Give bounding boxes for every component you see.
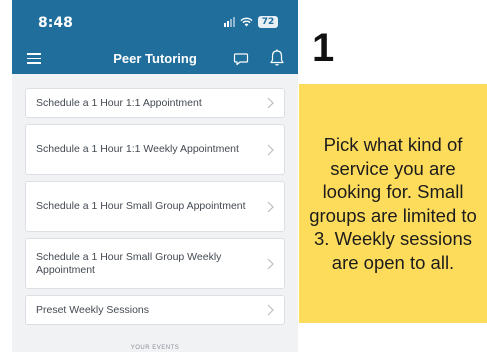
service-item-preset-weekly-sessions[interactable]: Preset Weekly Sessions: [25, 295, 285, 325]
service-item-1-1-weekly-appointment[interactable]: Schedule a 1 Hour 1:1 Weekly Appointment: [25, 124, 285, 175]
chevron-right-icon: [267, 144, 274, 155]
chevron-right-icon: [267, 201, 274, 212]
status-time: 8:48: [38, 15, 73, 31]
bell-icon[interactable]: [269, 49, 285, 67]
service-item-small-group-weekly-appointment[interactable]: Schedule a 1 Hour Small Group Weekly App…: [25, 238, 285, 289]
section-heading-your-events: YOUR EVENTS: [130, 345, 180, 351]
service-item-label: Schedule a 1 Hour Small Group Weekly App…: [36, 250, 222, 276]
status-icons: 72: [224, 15, 278, 29]
service-item-label: Schedule a 1 Hour Small Group Appointmen…: [36, 200, 246, 212]
chat-icon[interactable]: [233, 51, 249, 67]
instruction-note: Pick what kind of service you are lookin…: [299, 84, 487, 323]
chevron-right-icon: [267, 97, 274, 109]
phone-screen: 8:48 72 Peer Tutoring Schedule a 1 Hour …: [12, 0, 298, 352]
service-item-small-group-appointment[interactable]: Schedule a 1 Hour Small Group Appointmen…: [25, 181, 285, 232]
page-title: Peer Tutoring: [113, 51, 197, 66]
status-bar: 8:48 72: [12, 0, 298, 44]
service-item-1-1-appointment[interactable]: Schedule a 1 Hour 1:1 Appointment: [25, 88, 285, 118]
battery-icon: 72: [258, 16, 278, 28]
chevron-right-icon: [267, 258, 274, 269]
service-item-label: Preset Weekly Sessions: [36, 303, 150, 316]
service-item-label: Schedule a 1 Hour 1:1 Appointment: [36, 96, 202, 109]
step-number: 1: [312, 26, 335, 70]
service-list: Schedule a 1 Hour 1:1 Appointment Schedu…: [25, 88, 285, 331]
service-item-label: Schedule a 1 Hour 1:1 Weekly Appointment: [36, 143, 239, 155]
instruction-text: Pick what kind of service you are lookin…: [309, 134, 477, 273]
wifi-icon: [240, 17, 253, 27]
app-header: Peer Tutoring: [12, 44, 298, 74]
chevron-right-icon: [267, 304, 274, 316]
signal-icon: [224, 17, 235, 27]
